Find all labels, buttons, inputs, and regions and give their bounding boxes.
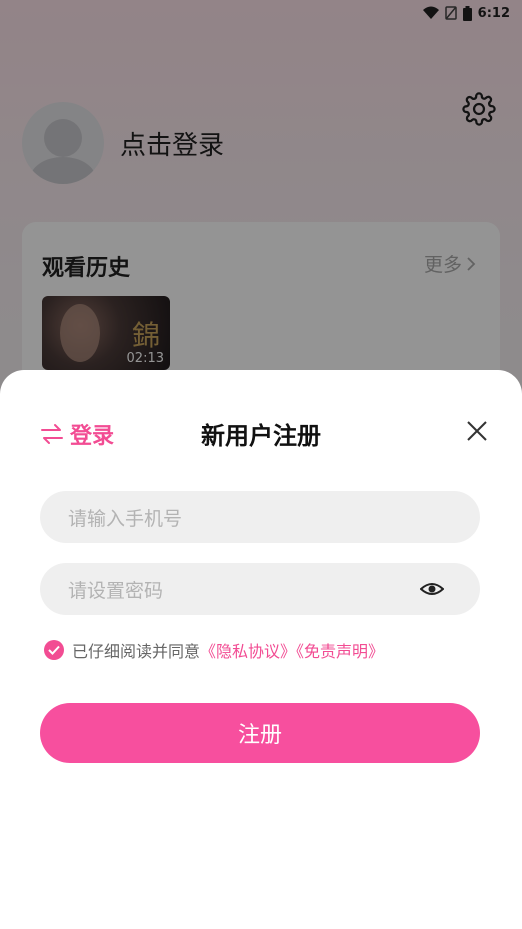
- privacy-policy-link[interactable]: 《隐私协议》: [200, 642, 296, 661]
- password-placeholder: 请设置密码: [68, 579, 164, 602]
- disclaimer-link[interactable]: 《免责声明》: [296, 642, 384, 661]
- agreement-text: 已仔细阅读并同意: [72, 642, 201, 661]
- phone-input[interactable]: 请输入手机号: [40, 491, 480, 543]
- register-label: 注册: [237, 723, 282, 748]
- sheet-title: 新用户注册: [201, 422, 321, 450]
- phone-placeholder: 请输入手机号: [68, 507, 183, 530]
- register-sheet: 登录 新用户注册 请输入手机号 请设置密码 已仔细阅读并同意《隐私协议》《免责声…: [0, 370, 522, 929]
- agreement-checkbox[interactable]: [44, 640, 64, 660]
- close-icon[interactable]: [466, 420, 488, 442]
- check-icon: [48, 645, 60, 655]
- password-input[interactable]: 请设置密码: [40, 563, 480, 615]
- agreement-row: 已仔细阅读并同意《隐私协议》《免责声明》: [44, 638, 384, 662]
- register-button[interactable]: 注册: [40, 703, 480, 763]
- eye-icon[interactable]: [420, 579, 444, 599]
